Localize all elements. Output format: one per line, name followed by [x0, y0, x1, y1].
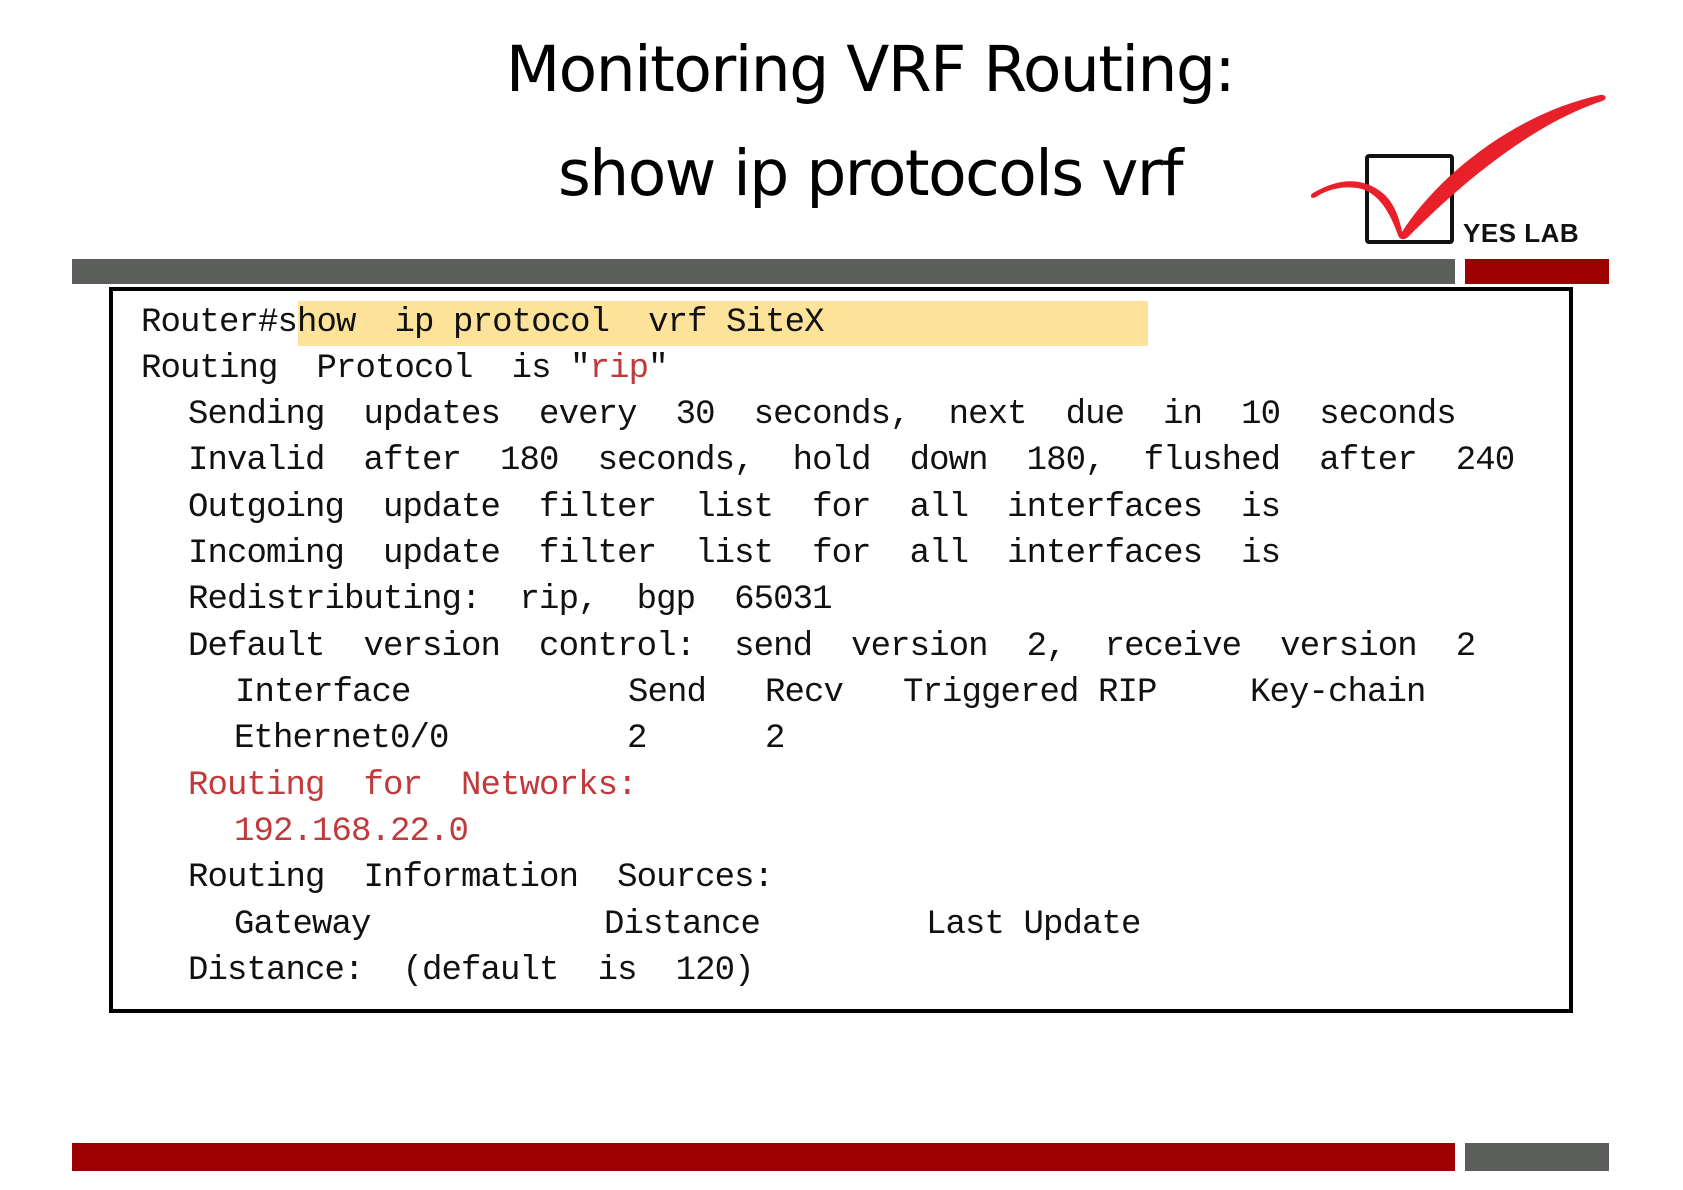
interface-header-key-chain: Key-chain: [1250, 674, 1426, 712]
output-line: Incoming update filter list for all inte…: [188, 535, 1281, 573]
network-entry: 192.168.22.0: [234, 813, 469, 851]
output-line: Default version control: send version 2,…: [188, 628, 1476, 666]
logo-text: YES LAB: [1463, 218, 1580, 248]
info-sources-label: Routing Information Sources:: [188, 859, 774, 897]
protocol-line-prefix: Routing Protocol is ": [141, 350, 590, 388]
protocol-name: rip: [589, 350, 649, 388]
routing-for-networks-label: Routing for Networks:: [188, 767, 637, 805]
interface-header-send: Send: [628, 674, 707, 712]
command: show ip protocol vrf SiteX: [277, 304, 825, 342]
sources-header-gateway: Gateway: [234, 906, 371, 944]
top-divider-gray: [72, 259, 1455, 284]
interface-row-send: 2: [627, 720, 647, 758]
command-line: Router#show ip protocol vrf SiteX: [141, 304, 825, 342]
output-line: Outgoing update filter list for all inte…: [188, 489, 1281, 527]
distance-line: Distance: (default is 120): [188, 952, 755, 990]
interface-header-triggered-rip: Triggered RIP: [903, 674, 1157, 712]
interface-row-name: Ethernet0/0: [234, 720, 449, 758]
interface-header-interface: Interface: [235, 674, 411, 712]
protocol-line-suffix: ": [648, 350, 668, 388]
protocol-line: Routing Protocol is "rip": [141, 352, 668, 386]
top-divider-red: [1465, 259, 1609, 284]
output-line: Redistributing: rip, bgp 65031: [188, 581, 833, 619]
prompt: Router#: [141, 304, 278, 342]
interface-header-recv: Recv: [765, 674, 844, 712]
output-line: Invalid after 180 seconds, hold down 180…: [188, 442, 1515, 480]
sources-header-distance: Distance: [604, 906, 761, 944]
bottom-divider-gray: [1465, 1143, 1609, 1171]
interface-row-recv: 2: [765, 720, 785, 758]
bottom-divider-red: [72, 1143, 1455, 1171]
output-line: Sending updates every 30 seconds, next d…: [188, 396, 1457, 434]
sources-header-last-update: Last Update: [926, 906, 1141, 944]
